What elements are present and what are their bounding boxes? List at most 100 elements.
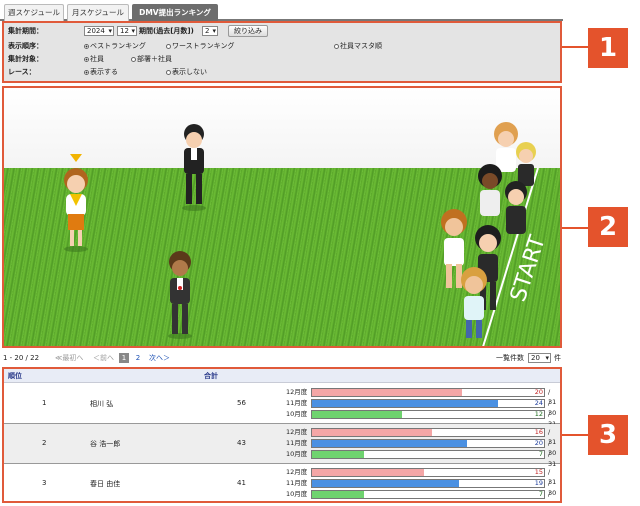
pager-page-current[interactable]: 1 (119, 353, 129, 363)
target-label: 集計対象： (8, 55, 43, 63)
bar-fill (312, 429, 432, 436)
radio-selected-icon (84, 57, 89, 62)
month-label: 10月度 (286, 450, 308, 458)
runner-avatar (64, 168, 88, 252)
target-employee-radio[interactable]: 社員 (84, 54, 104, 65)
bar-fill (312, 469, 425, 476)
month-select[interactable]: 12 (117, 26, 137, 36)
bar-max: 31 (548, 489, 560, 501)
month-bar: 10月度1231 (284, 409, 560, 428)
bar-fill (312, 389, 462, 396)
per-page-label: 一覧件数 (496, 354, 524, 362)
order-label: 表示順序： (8, 42, 43, 50)
bar-track: 16 (311, 428, 545, 437)
runner-avatar (182, 124, 206, 211)
month-label: 12月度 (286, 388, 308, 396)
month-label: 11月度 (286, 479, 308, 487)
runner-group (441, 122, 536, 338)
bar-fill (312, 480, 459, 487)
bar-track: 20 (311, 439, 545, 448)
target-dept-employee-radio[interactable]: 部署＋社員 (131, 54, 172, 65)
month-bar: 10月度731 (284, 449, 560, 468)
race-show-radio[interactable]: 表示する (84, 67, 118, 78)
race-hide-radio[interactable]: 表示しない (166, 67, 207, 78)
month-bar: 12月度1631 (284, 427, 560, 446)
bar-track: 19 (311, 479, 545, 488)
tab-dmv-ranking[interactable]: DMV提出ランキング (132, 4, 218, 21)
tab-bar: 週スケジュール 月スケジュール DMV提出ランキング (0, 0, 563, 21)
bar-track: 7 (311, 450, 545, 459)
leader-marker-icon (70, 154, 82, 162)
pager-page-link[interactable]: 2 (133, 352, 143, 364)
rank-cell: 2 (42, 439, 47, 447)
bar-value: 15 (534, 468, 543, 476)
employee-name-cell: 相川 弘 (90, 400, 114, 408)
employee-name-cell: 谷 浩一郎 (90, 440, 121, 448)
month-bar: 12月度1531 (284, 467, 560, 486)
order-worst-radio[interactable]: ワーストランキング (166, 41, 234, 52)
bar-fill (312, 400, 498, 407)
year-select[interactable]: 2024 (84, 26, 114, 36)
race-characters: START (64, 122, 551, 346)
span-label: 期間(過去[月数]) (139, 27, 194, 35)
per-page-suffix: 件 (554, 354, 561, 362)
month-label: 10月度 (286, 490, 308, 498)
rank-cell: 3 (42, 479, 47, 487)
col-rank-header: 順位 (8, 372, 22, 380)
radio-selected-icon (84, 70, 89, 75)
bar-track: 20 (311, 388, 545, 397)
bar-value: 7 (538, 490, 543, 498)
callout-connector (562, 227, 588, 229)
month-bar: 10月度 7 31 (284, 489, 560, 501)
pager-range: 1 - 20 / 22 (3, 354, 40, 362)
race-label: レース： (8, 68, 36, 76)
bar-value: 19 (534, 479, 543, 487)
pager-next-link[interactable]: 次へ＞ (149, 352, 170, 364)
callout-1: 1 (588, 28, 628, 68)
period-label: 集計期間： (8, 27, 43, 35)
bar-value: 16 (534, 428, 543, 436)
callout-3: 3 (588, 415, 628, 455)
span-select[interactable]: 2 (202, 26, 218, 36)
race-scene: START (2, 86, 562, 348)
per-page-select[interactable]: 20 (528, 353, 551, 363)
apply-filter-button[interactable]: 絞り込み (228, 25, 268, 37)
month-label: 11月度 (286, 399, 308, 407)
rank-cell: 1 (42, 399, 47, 407)
month-label: 12月度 (286, 468, 308, 476)
callout-connector (562, 434, 588, 436)
start-label: START (506, 232, 551, 305)
month-bar: 11月度2430 (284, 398, 560, 417)
month-label: 11月度 (286, 439, 308, 447)
callout-2: 2 (588, 207, 628, 247)
bar-value: 24 (534, 399, 543, 407)
bar-track: 15 (311, 468, 545, 477)
table-row[interactable]: 1相川 弘5612月度203111月度243010月度1231 (4, 384, 560, 428)
radio-icon (334, 44, 339, 49)
month-label: 12月度 (286, 428, 308, 436)
bar-value: 20 (534, 439, 543, 447)
radio-icon (166, 44, 171, 49)
pager-first-link[interactable]: ≪最初へ (55, 352, 83, 364)
radio-icon (131, 57, 136, 62)
tab-monthly-schedule[interactable]: 月スケジュール (67, 4, 129, 21)
radio-selected-icon (84, 44, 89, 49)
callout-connector (562, 46, 588, 48)
bar-fill (312, 451, 365, 458)
month-bar: 11月度2030 (284, 438, 560, 457)
month-bar: 12月度2031 (284, 387, 560, 406)
total-cell: 41 (237, 479, 246, 487)
tab-weekly-schedule[interactable]: 週スケジュール (4, 4, 64, 21)
filter-panel: 集計期間： 2024 12 期間(過去[月数]) 2 絞り込み 表示順序： ベス… (2, 21, 562, 83)
bar-track: 7 (311, 490, 545, 499)
bar-fill (312, 411, 402, 418)
bar-fill (312, 440, 467, 447)
order-master-radio[interactable]: 社員マスタ順 (334, 41, 382, 52)
table-row[interactable]: 2谷 浩一郎4312月度163111月度203010月度731 (4, 424, 560, 468)
total-cell: 56 (237, 399, 246, 407)
table-header: 順位 合計 (4, 369, 560, 383)
table-row[interactable]: 3春日 由佳4112月度153111月度193010月度731 (4, 464, 560, 501)
col-total-header: 合計 (204, 372, 218, 380)
pager-prev-link[interactable]: ＜前へ (93, 352, 114, 364)
order-best-radio[interactable]: ベストランキング (84, 41, 146, 52)
